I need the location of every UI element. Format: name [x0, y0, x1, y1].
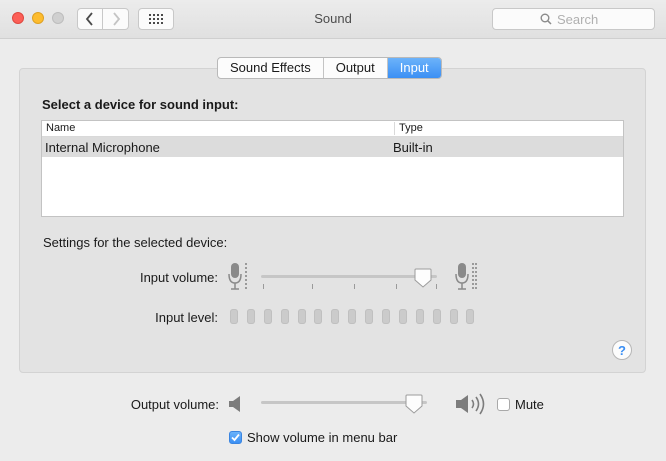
help-button[interactable]: ?	[612, 340, 632, 360]
device-name-cell: Internal Microphone	[45, 140, 160, 155]
input-device-table[interactable]: Name Type Internal Microphone Built-in	[41, 120, 624, 217]
question-icon: ?	[618, 342, 626, 358]
input-volume-label: Input volume:	[139, 270, 218, 285]
device-section-heading: Select a device for sound input:	[42, 97, 239, 112]
level-segment	[280, 309, 289, 324]
speaker-high-icon	[456, 393, 485, 415]
microphone-high-icon	[455, 263, 477, 290]
level-segment	[365, 309, 374, 324]
table-row[interactable]: Internal Microphone Built-in	[42, 137, 623, 157]
input-level-meter	[230, 309, 475, 324]
slider-tick	[396, 284, 397, 289]
show-volume-label: Show volume in menu bar	[247, 430, 398, 445]
column-header-name[interactable]: Name	[46, 122, 75, 134]
show-volume-row[interactable]: Show volume in menu bar	[229, 430, 397, 445]
slider-tick	[263, 284, 264, 289]
mute-checkbox[interactable]	[497, 398, 510, 411]
level-segment	[449, 309, 458, 324]
level-segment	[230, 309, 238, 324]
tab-bar: Sound Effects Output Input	[217, 57, 442, 79]
slider-tick	[312, 284, 313, 289]
input-level-label: Input level:	[155, 310, 218, 325]
tab-input[interactable]: Input	[387, 58, 441, 78]
level-segment	[415, 309, 424, 324]
search-icon	[540, 13, 552, 25]
level-segment	[382, 309, 391, 324]
search-field[interactable]	[492, 8, 655, 30]
tab-sound-effects[interactable]: Sound Effects	[218, 58, 324, 78]
mute-label: Mute	[515, 397, 544, 412]
level-segment	[263, 309, 272, 324]
slider-thumb[interactable]	[414, 268, 432, 288]
slider-track	[261, 275, 437, 278]
show-volume-checkbox[interactable]	[229, 431, 242, 444]
speaker-low-icon	[229, 396, 240, 412]
slider-track	[261, 401, 427, 404]
output-volume-slider[interactable]	[261, 394, 427, 416]
tab-output[interactable]: Output	[324, 58, 388, 78]
checkmark-icon	[231, 433, 240, 442]
selected-device-settings-label: Settings for the selected device:	[43, 235, 228, 250]
level-segment	[246, 309, 255, 324]
input-settings-panel	[19, 68, 646, 373]
mute-checkbox-row[interactable]: Mute	[497, 397, 544, 412]
level-segment	[398, 309, 407, 324]
level-segment	[432, 309, 441, 324]
input-volume-slider[interactable]	[261, 268, 437, 290]
search-input[interactable]	[557, 11, 607, 27]
slider-tick	[354, 284, 355, 289]
table-header: Name Type	[42, 121, 623, 137]
device-type-cell: Built-in	[393, 140, 433, 155]
slider-thumb[interactable]	[405, 394, 423, 414]
output-volume-label: Output volume:	[130, 397, 219, 412]
level-segment	[314, 309, 323, 324]
level-segment	[331, 309, 340, 324]
title-bar: Sound	[0, 0, 666, 39]
slider-tick	[436, 284, 437, 289]
level-segment	[466, 309, 475, 324]
level-segment	[348, 309, 357, 324]
microphone-low-icon	[228, 263, 247, 290]
level-segment	[297, 309, 306, 324]
column-header-type[interactable]: Type	[394, 122, 423, 135]
